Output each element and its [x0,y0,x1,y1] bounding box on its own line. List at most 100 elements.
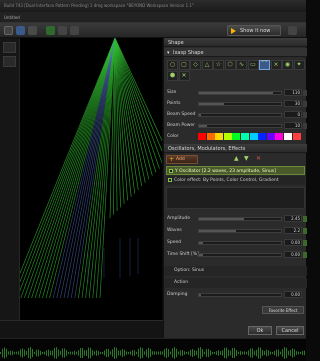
grid-icon[interactable] [58,26,67,35]
waveform-bar [54,347,55,359]
waveform-bar [126,351,127,355]
oscillator-param-slider[interactable] [198,229,282,233]
param-menu-icon[interactable] [303,123,307,129]
shape-option-icon[interactable]: ▭ [247,60,259,70]
waveform-bar [98,350,99,356]
color-effect-item[interactable]: Color effect: By Points, Color Control, … [166,176,305,185]
waveform-bar [236,349,237,357]
open-icon[interactable] [16,26,25,35]
shape-option-icon[interactable]: ▢ [178,60,190,70]
waveform-bar [268,350,269,356]
color-palette[interactable] [198,133,302,140]
shape-option-icon[interactable]: ☆ [213,60,224,70]
oscillator-param-link-icon[interactable] [303,252,307,258]
param-menu-icon[interactable] [303,101,307,107]
option-row[interactable]: Option: Sinus [164,266,307,276]
waveform-bar [114,347,115,359]
palette-swatch[interactable] [198,133,206,140]
param-menu-icon[interactable] [303,112,307,118]
param-value[interactable]: 30 [284,100,302,107]
add-effect-button[interactable]: + Add [166,155,198,164]
oscillator-param-slider[interactable] [198,253,282,257]
waveform-bar [88,347,89,359]
oscillator-param-value[interactable]: 0.00 [284,251,302,258]
shape-option-icon[interactable]: ◉ [282,60,293,70]
delete-icon[interactable]: ✕ [256,155,264,163]
add-label: Add [176,157,185,162]
ok-button[interactable]: Ok [248,326,272,335]
tool-icon[interactable] [3,42,16,53]
shape-option-icon[interactable]: ○ [167,60,178,70]
waveform-bar [2,348,3,358]
show-it-now-button[interactable]: Show it now [227,25,281,36]
palette-swatch[interactable] [249,133,258,140]
laser-icon[interactable] [46,26,55,35]
new-icon[interactable] [4,26,13,35]
param-slider[interactable] [198,113,282,117]
oscillator-param-link-icon[interactable] [303,228,307,234]
action-row[interactable]: Action [164,278,307,288]
waveform-bar [58,349,59,357]
oscillator-param-link-icon[interactable] [303,240,307,246]
enabled-checkbox[interactable] [168,178,172,182]
palette-swatch[interactable] [223,133,232,140]
param-value[interactable]: 110 [284,89,302,96]
timeline[interactable] [0,338,306,361]
enabled-checkbox[interactable] [169,169,173,173]
param-slider[interactable] [198,124,282,128]
waveform-bar [250,348,251,358]
shape-option-icon[interactable]: ⨯ [270,60,282,70]
palette-swatch[interactable] [215,133,224,140]
oscillator-param-slider[interactable] [198,241,282,245]
tool-icon[interactable] [3,56,16,67]
palette-swatch[interactable] [284,133,292,140]
move-up-icon[interactable]: ▲ [234,155,242,163]
shape-option-icon[interactable]: △ [201,60,213,70]
oscillator-param-value[interactable]: 0.00 [284,239,302,246]
damping-slider[interactable] [198,293,282,297]
waveform-bar [34,351,35,355]
shape-tab[interactable]: Shape [164,38,307,47]
menubar-label[interactable]: Untitled [4,15,20,20]
param-menu-icon[interactable] [303,90,307,96]
oscillator-param-value[interactable]: 2.45 [284,215,302,222]
param-value[interactable]: 0 [284,111,302,118]
oscillator-param-link-icon[interactable] [303,216,307,222]
param-label: Size [167,90,177,95]
oscillator-param-value[interactable]: 2.2 [284,227,302,234]
palette-swatch[interactable] [232,133,241,140]
palette-swatch[interactable] [275,133,284,140]
palette-swatch[interactable] [258,133,267,140]
favorite-effect-button[interactable]: Favorite Effect [262,306,304,314]
settings-icon[interactable] [288,26,297,35]
save-icon[interactable] [28,26,37,35]
move-down-icon[interactable]: ▼ [244,155,252,163]
waveform-bar [42,351,43,355]
param-value[interactable]: 10 [284,122,302,129]
shape-option-icon[interactable]: ✦ [293,60,305,70]
shape-option-icon[interactable]: ◇ [190,60,201,70]
palette-swatch[interactable] [266,133,275,140]
shape-section-header[interactable]: ▾ Ixasp Shape [164,48,307,57]
beam-preview[interactable] [20,38,162,320]
param-slider[interactable] [198,102,282,106]
shape-option-icon[interactable]: ⬡ [224,60,236,70]
shape-option-icon[interactable]: ∿ [236,60,247,70]
param-slider[interactable] [198,91,282,95]
cancel-button[interactable]: Cancel [276,326,304,335]
zoom-icon[interactable] [70,26,79,35]
shape-option-icon[interactable]: ✕ [178,71,190,81]
shape-option-icon[interactable]: ⬢ [167,71,178,81]
palette-swatch[interactable] [292,133,301,140]
oscillators-section-header[interactable]: Oscillators, Modulators, Effects [164,144,307,153]
waveform-bar [0,352,1,354]
damping-value[interactable]: 0.00 [284,291,302,298]
oscillator-item[interactable]: Y Oscillator [2.2 waves, 23 amplitude, S… [166,166,305,175]
palette-swatch[interactable] [206,133,215,140]
shape-option-icon[interactable]: ⌒ [259,60,270,70]
waveform-bar [118,350,119,356]
palette-swatch[interactable] [241,133,249,140]
waveform-bar [36,349,37,357]
oscillator-param-slider[interactable] [198,217,282,221]
oscillator-param-label: Speed [167,240,182,245]
